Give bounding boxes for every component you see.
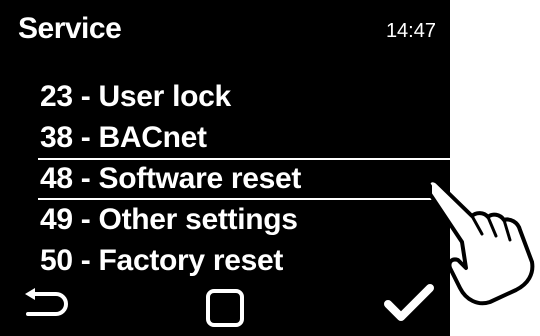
menu-item-bacnet[interactable]: 38 - BACnet xyxy=(0,117,450,158)
menu-item-factory-reset[interactable]: 50 - Factory reset xyxy=(0,240,450,281)
device-screen: Service 14:47 23 - User lock 38 - BACnet… xyxy=(0,0,450,336)
home-button[interactable] xyxy=(205,288,245,328)
back-arrow-icon xyxy=(25,288,68,316)
menu-item-user-lock[interactable]: 23 - User lock xyxy=(0,76,450,117)
back-button[interactable] xyxy=(22,286,74,322)
pointing-hand-icon xyxy=(420,176,540,321)
menu-item-other-settings[interactable]: 49 - Other settings xyxy=(0,199,450,240)
square-icon xyxy=(206,289,244,327)
menu-item-software-reset[interactable]: 48 - Software reset xyxy=(0,158,450,200)
page-title: Service xyxy=(18,12,122,45)
clock: 14:47 xyxy=(385,20,436,42)
service-menu: 23 - User lock 38 - BACnet 48 - Software… xyxy=(0,76,450,281)
